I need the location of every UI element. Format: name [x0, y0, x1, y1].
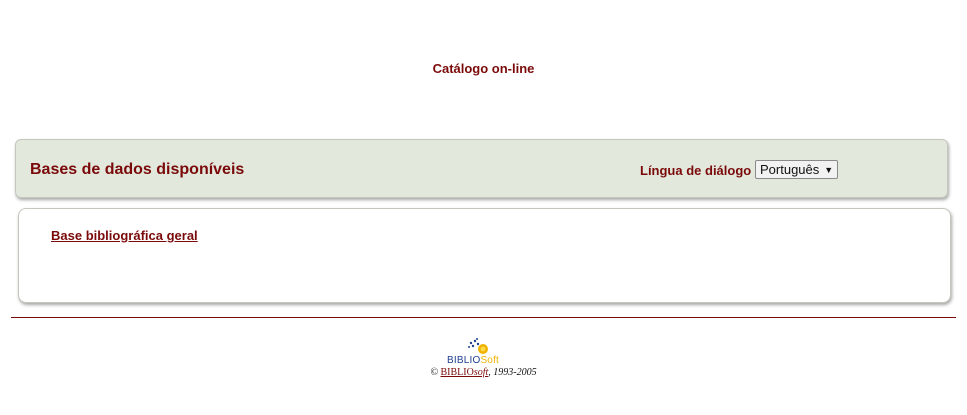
databases-list-panel: Base bibliográfica geral — [18, 208, 951, 303]
bibliosoft-mark-icon — [468, 338, 488, 354]
footer-divider — [11, 317, 956, 318]
bibliosoft-wordmark: BIBLIOSoft — [447, 355, 500, 366]
language-label: Língua de diálogo — [640, 163, 752, 178]
bibliosoft-link[interactable]: BIBLIOsoft — [440, 367, 488, 378]
copyright-notice: © BIBLIOsoft, 1993-2005 — [430, 367, 537, 378]
language-select-value: Português — [760, 162, 820, 177]
databases-header-panel: Bases de dados disponíveis Língua de diá… — [15, 139, 948, 198]
page-title: Catálogo on-line — [432, 61, 535, 76]
page: Catálogo on-line Bases de dados disponív… — [0, 0, 967, 415]
database-link-base-bibliografica-geral[interactable]: Base bibliográfica geral — [51, 228, 198, 243]
language-select[interactable]: Português ▼ — [755, 160, 839, 179]
databases-heading: Bases de dados disponíveis — [30, 161, 245, 178]
bibliosoft-logo: BIBLIOSoft — [447, 337, 521, 369]
dropdown-arrow-icon: ▼ — [824, 164, 834, 175]
